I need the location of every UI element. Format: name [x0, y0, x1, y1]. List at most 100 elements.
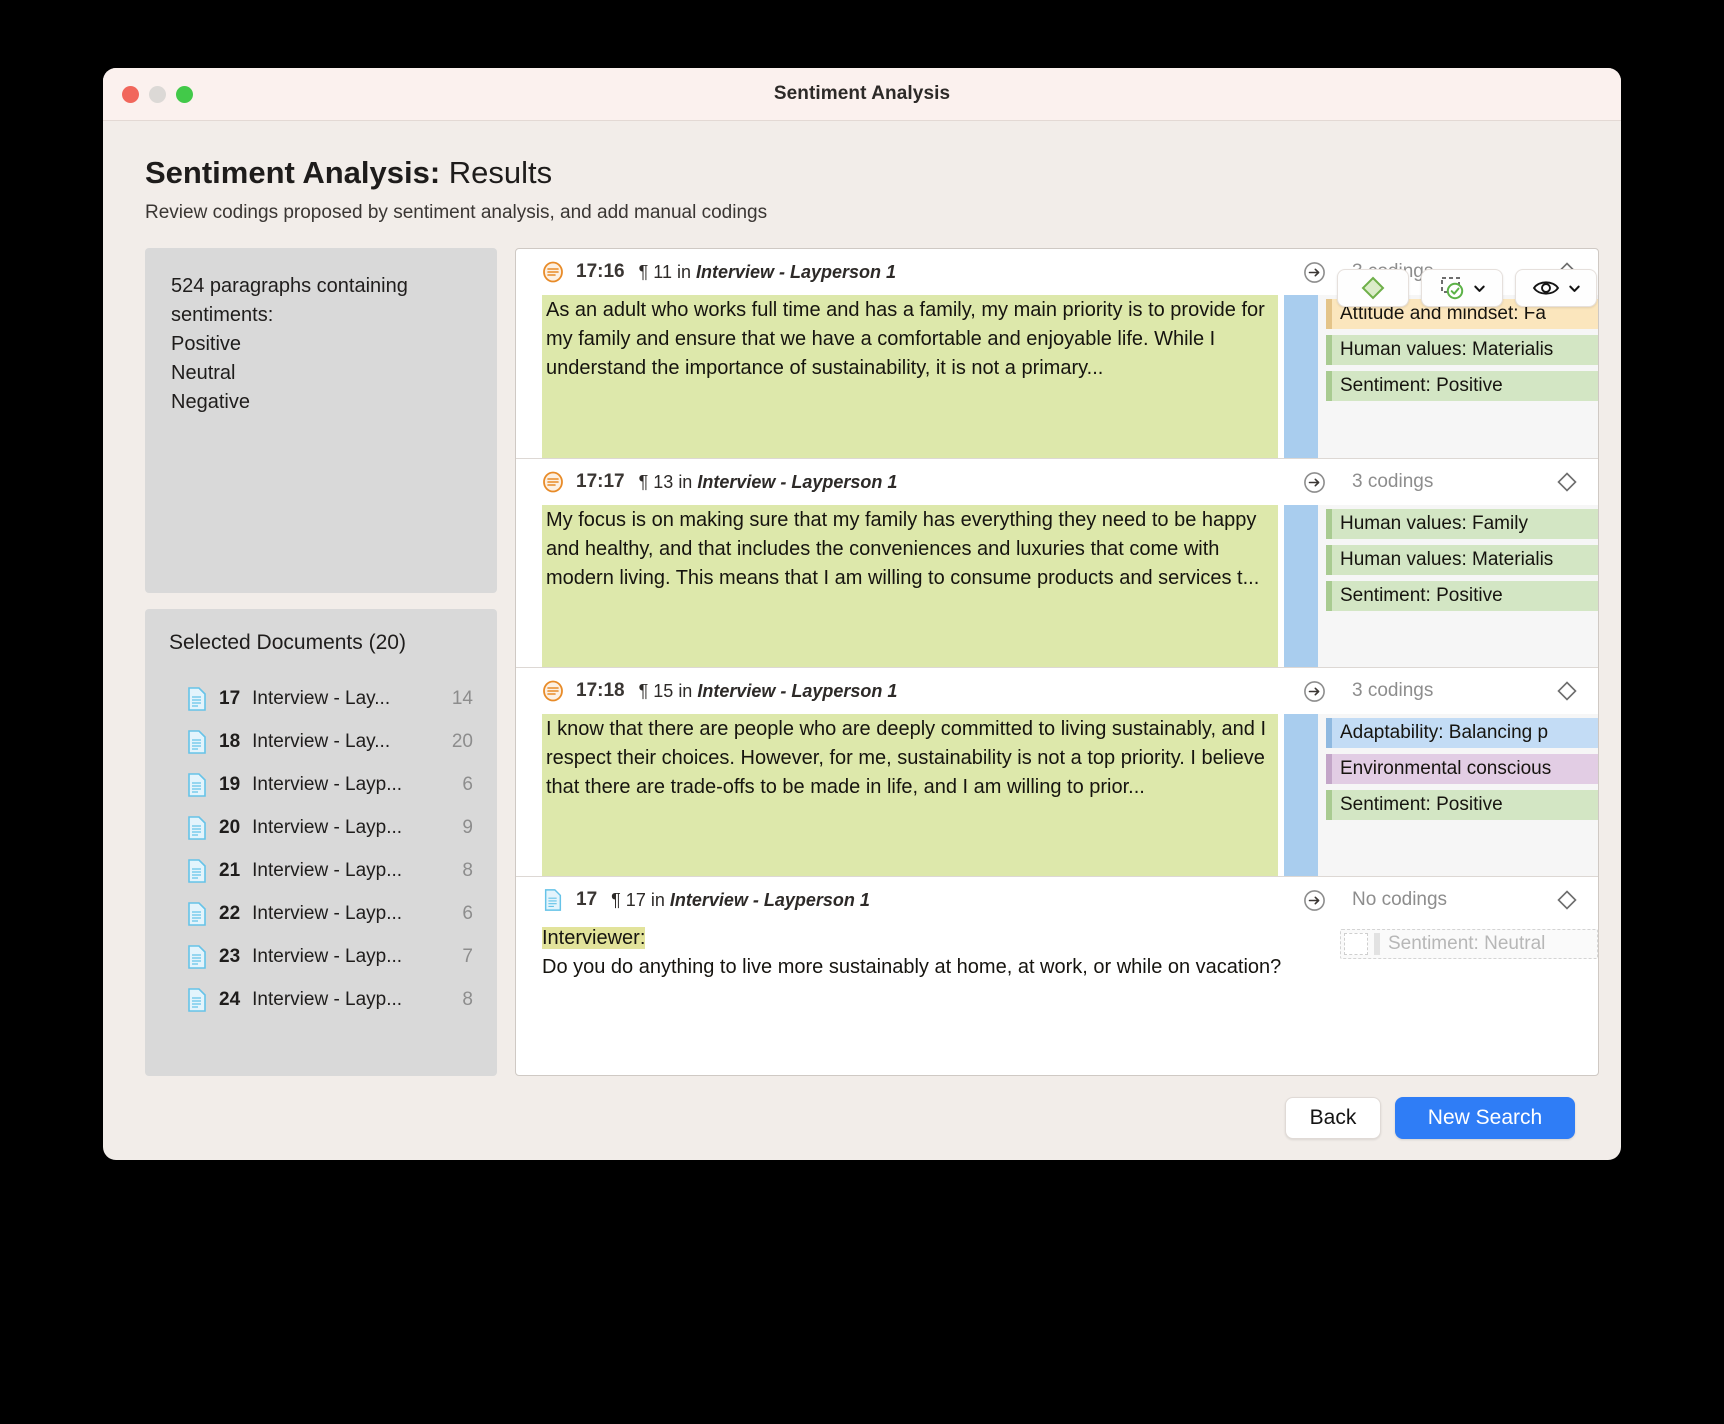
coding-chip[interactable]: Sentiment: Positive — [1326, 581, 1598, 611]
list-item-number: 21 — [219, 860, 240, 882]
result-id: 17:18 — [576, 680, 625, 702]
coding-chip[interactable]: Human values: Materialis — [1326, 545, 1598, 575]
open-arrow-icon[interactable] — [1303, 889, 1326, 912]
result-id: 17:16 — [576, 261, 625, 283]
result-paragraph: ¶ 15 — [639, 681, 674, 702]
document-icon — [187, 816, 207, 840]
list-item[interactable]: 20 Interview - Layp... 9 — [169, 806, 479, 849]
results-list[interactable]: 17:16 ¶ 11 in Interview - Layperson 1 3 … — [515, 248, 1599, 1076]
list-item-number: 17 — [219, 688, 240, 710]
list-item[interactable]: 19 Interview - Layp... 6 — [169, 763, 479, 806]
coding-stripe: 17:17 My focus is on — [1284, 505, 1318, 667]
page-subtitle: Review codings proposed by sentiment ana… — [145, 202, 1599, 224]
list-item-count: 8 — [439, 989, 473, 1011]
coding-chip[interactable]: Sentiment: Positive — [1326, 371, 1598, 401]
list-item-number: 19 — [219, 774, 240, 796]
coded-segment-icon — [542, 680, 564, 702]
coding-chip[interactable]: Human values: Materialis — [1326, 335, 1598, 365]
document-icon — [187, 773, 207, 797]
result-card-body: As an adult who works full time and has … — [516, 295, 1598, 458]
page-title-rest: Results — [440, 155, 552, 190]
open-arrow-icon[interactable] — [1303, 261, 1326, 284]
document-icon — [187, 687, 207, 711]
list-item-label: Interview - Layp... — [252, 774, 427, 796]
selection-check-button[interactable] — [1421, 269, 1503, 307]
main-area: 524 paragraphs containing sentiments: Po… — [125, 224, 1599, 1076]
list-item-count: 9 — [439, 817, 473, 839]
codings-column: Human values: Family Human values: Mater… — [1318, 505, 1598, 667]
page-title-bold: Sentiment Analysis: — [145, 155, 440, 190]
app-window: Sentiment Analysis Sentiment Analysis: R… — [103, 68, 1621, 1160]
selected-documents-title: Selected Documents (20) — [169, 631, 479, 655]
diamond-icon[interactable] — [1556, 471, 1578, 493]
coding-checkbox[interactable] — [1344, 933, 1368, 955]
list-item-label: Interview - Layp... — [252, 903, 427, 925]
footer: Back New Search — [125, 1076, 1599, 1160]
result-card[interactable]: 17:17 ¶ 13 in Interview - Layperson 1 3 … — [516, 459, 1598, 668]
title-bar: Sentiment Analysis — [103, 68, 1621, 121]
result-paragraph-text: I know that there are people who are dee… — [542, 714, 1278, 876]
list-item[interactable]: 22 Interview - Layp... 6 — [169, 892, 479, 935]
result-paragraph: ¶ 11 — [639, 262, 672, 283]
coding-chip[interactable]: Environmental conscious — [1326, 754, 1598, 784]
visibility-button[interactable] — [1515, 269, 1597, 307]
result-card[interactable]: 17 ¶ 17 in Interview - Layperson 1 No co… — [516, 877, 1598, 1027]
toolbar — [1337, 269, 1597, 307]
summary-line-positive: Positive — [171, 330, 471, 359]
document-icon — [187, 945, 207, 969]
result-document: Interview - Layperson 1 — [697, 472, 897, 493]
suggested-coding-chip[interactable]: Sentiment: Neutral — [1340, 929, 1598, 959]
result-card-header: 17:17 ¶ 13 in Interview - Layperson 1 3 … — [516, 459, 1598, 505]
coding-diamond-button[interactable] — [1337, 269, 1409, 307]
coding-chip[interactable]: Adaptability: Balancing p — [1326, 718, 1598, 748]
result-in-label: in — [678, 681, 692, 702]
coding-chip[interactable]: Sentiment: Positive — [1326, 790, 1598, 820]
summary-line-neutral: Neutral — [171, 359, 471, 388]
diamond-icon[interactable] — [1556, 889, 1578, 911]
list-item-label: Interview - Lay... — [252, 688, 427, 710]
document-icon — [187, 730, 207, 754]
window-content: Sentiment Analysis: Results Review codin… — [103, 121, 1621, 1160]
list-item[interactable]: 23 Interview - Layp... 7 — [169, 935, 479, 978]
list-item[interactable]: 21 Interview - Layp... 8 — [169, 849, 479, 892]
back-button[interactable]: Back — [1285, 1097, 1381, 1139]
result-card-body: My focus is on making sure that my famil… — [516, 505, 1598, 667]
list-item-label: Interview - Layp... — [252, 946, 427, 968]
list-item-label: Interview - Layp... — [252, 860, 427, 882]
result-in-label: in — [677, 262, 691, 283]
codings-column: Attitude and mindset: Fa Human values: M… — [1318, 295, 1598, 458]
list-item[interactable]: 24 Interview - Layp... 8 — [169, 978, 479, 1021]
result-paragraph: ¶ 13 — [639, 472, 674, 493]
list-item-label: Interview - Layp... — [252, 817, 427, 839]
result-document: Interview - Layperson 1 — [670, 890, 870, 911]
coding-chip[interactable]: Human values: Family — [1326, 509, 1598, 539]
list-item-number: 24 — [219, 989, 240, 1011]
sidebar: 524 paragraphs containing sentiments: Po… — [145, 248, 497, 1076]
result-id: 17:17 — [576, 471, 625, 493]
result-id: 17 — [576, 889, 597, 911]
diamond-icon[interactable] — [1556, 680, 1578, 702]
summary-line: 524 paragraphs containing — [171, 272, 471, 301]
result-card[interactable]: 17:18 ¶ 15 in Interview - Layperson 1 3 … — [516, 668, 1598, 877]
document-icon — [187, 859, 207, 883]
result-paragraph: ¶ 17 — [611, 890, 646, 911]
result-paragraph-text: My focus is on making sure that my famil… — [542, 505, 1278, 667]
chevron-down-icon — [1473, 282, 1486, 295]
coded-segment-icon — [542, 471, 564, 493]
new-search-button[interactable]: New Search — [1395, 1097, 1575, 1139]
result-card-header: 17 ¶ 17 in Interview - Layperson 1 No co… — [516, 877, 1598, 923]
summary-line: sentiments: — [171, 301, 471, 330]
question-text: Do you do anything to live more sustaina… — [542, 953, 1314, 982]
result-in-label: in — [651, 890, 665, 911]
diamond-icon — [1360, 275, 1386, 301]
eye-icon — [1532, 277, 1560, 299]
list-item[interactable]: 18 Interview - Lay... 20 — [169, 720, 479, 763]
list-item-count: 14 — [439, 688, 473, 710]
open-arrow-icon[interactable] — [1303, 471, 1326, 494]
summary-line-negative: Negative — [171, 388, 471, 417]
list-item-number: 22 — [219, 903, 240, 925]
selection-check-icon — [1439, 275, 1465, 301]
coded-segment-icon — [542, 261, 564, 283]
list-item[interactable]: 17 Interview - Lay... 14 — [169, 677, 479, 720]
open-arrow-icon[interactable] — [1303, 680, 1326, 703]
